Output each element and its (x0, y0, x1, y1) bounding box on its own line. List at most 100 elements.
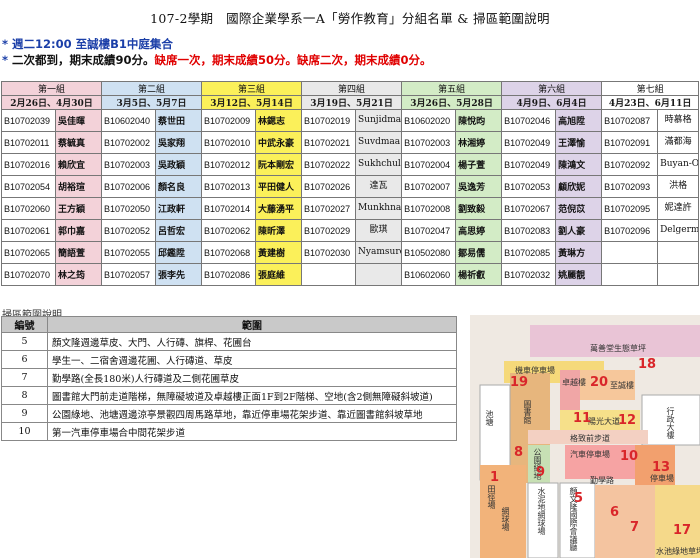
student-id-cell: B10702057 (101, 263, 157, 286)
student-name-cell: 楊祈叡 (455, 263, 503, 286)
student-id-cell: B10702013 (201, 175, 257, 198)
student-id-cell: B10702093 (601, 175, 659, 198)
campus-map: 萬善堂生態草坪 機車停車場 卓越樓 至誠樓 圖書館 陽光大道 行政大樓 格致前步… (470, 315, 700, 558)
area-scope-cell: 公園綠地、池塘週邊涼亭景觀四周馬路草地，靠近停車場花架步道、靠近圖書館斜坡草地 (47, 404, 457, 423)
table-row: B10702065 簡語萱 B10702055 邱鑑陞 B10702068 黃建樹 B107… (1, 241, 700, 264)
student-id-cell: B10702052 (101, 219, 157, 242)
areas-header-number: 編號 (1, 316, 48, 333)
map-label: 汽車停車場 (570, 450, 610, 459)
student-id-cell: B10702085 (501, 241, 557, 264)
student-name-cell: 時慕格 (657, 109, 700, 132)
map-label: 圖書館 (523, 400, 532, 424)
map-area-first-parking (595, 485, 655, 558)
student-id-cell: B10602020 (401, 109, 457, 132)
map-label: 勤學路 (590, 476, 614, 485)
student-name-cell: Nyamsuren Amarsaikhan (355, 241, 403, 264)
map-number: 11 (573, 411, 592, 426)
student-id-cell: B10702004 (401, 153, 457, 176)
student-id-cell: B10702011 (1, 131, 56, 154)
area-scope-cell: 勤學路(全長180米)人行磚道及二側花圃草皮 (47, 368, 457, 387)
student-id-cell: B10702096 (601, 219, 659, 242)
student-name-cell (657, 241, 700, 264)
student-name-cell (657, 263, 700, 286)
student-name-cell: 高旭陞 (555, 109, 603, 132)
table-row: B10702054 胡裕瑄 B10702006 顏名良 B10702013 平田健人 B10… (1, 175, 700, 198)
student-name-cell: 劉人豪 (555, 219, 603, 242)
student-id-cell: B10702026 (301, 175, 357, 198)
grading-note-text: 二次都到，期末成績90分。 (12, 53, 155, 67)
student-name-cell: 吳逸芳 (455, 175, 503, 198)
group-date-cell: 4月9日、6月4日 (501, 95, 603, 110)
student-name-cell: 顧欣妮 (555, 175, 603, 198)
table-row: B10702061 郭巾嘉 B10702052 呂哲宏 B10702062 陳昕澤 B107… (1, 219, 700, 242)
absence-penalty-text: 缺席一次，期末成績50分。缺席二次，期末成績0分。 (154, 53, 432, 67)
student-id-cell: B10702049 (501, 153, 557, 176)
group-date-cell: 3月12日、5月14日 (201, 95, 303, 110)
map-number: 7 (630, 520, 640, 535)
student-id-cell: B10702014 (201, 197, 257, 220)
group-name-cell: 第二組 (101, 81, 203, 96)
table-row: B10702016 賴欣宜 B10702003 吳政穎 B10702012 阮本剛宏 B10… (1, 153, 700, 176)
map-label: 水泥地網球場 (537, 487, 546, 535)
student-id-cell: B10702009 (201, 109, 257, 132)
student-name-cell: Buyan-Orshikh Oyunchimeg (657, 153, 700, 176)
student-id-cell: B10702047 (401, 219, 457, 242)
student-name-cell: 顏名良 (155, 175, 203, 198)
student-id-cell: B10702022 (301, 153, 357, 176)
area-number-cell: 6 (1, 350, 48, 369)
student-name-cell: 陳鴻文 (555, 153, 603, 176)
group-name-cell: 第七組 (601, 81, 700, 96)
table-row: B10702011 蔡毓真 B10702002 吳家翔 B10702010 中武永豪 B10… (1, 131, 700, 154)
student-id-cell: B10702010 (201, 131, 257, 154)
student-id-cell: B10702049 (501, 131, 557, 154)
student-name-cell: 邱鑑陞 (155, 241, 203, 264)
student-name-cell: 黃建樹 (255, 241, 303, 264)
table-row: 7 勤學路(全長180米)人行磚道及二側花圃草皮 (1, 368, 457, 387)
table-row: 8 圖書館大門前走道階梯，無障礙坡道及卓越樓正面1F到2F階梯、空地(含2側無障礙… (1, 386, 457, 405)
map-number: 10 (620, 449, 639, 464)
map-area-zhuoyue (560, 370, 580, 410)
student-name-cell: 吳佳暉 (54, 109, 103, 132)
student-id-cell: B10702091 (601, 131, 659, 154)
student-id-cell: B10602060 (401, 263, 457, 286)
map-label: 至誠樓 (610, 381, 634, 390)
group-name-cell: 第四組 (301, 81, 403, 96)
page-title: 107-2學期 國際企業學系一A「勞作教育」分組名單 & 掃區範圍說明 (150, 11, 550, 26)
bullet-star: * (2, 53, 9, 67)
student-name-cell: 胡裕瑄 (54, 175, 103, 198)
assembly-note: * 週二12:00 至誠樓B1中庭集合 (2, 36, 173, 52)
student-id-cell (601, 263, 659, 286)
student-id-cell: B10702061 (1, 219, 56, 242)
student-name-cell: 大藤湧平 (255, 197, 303, 220)
grading-note: * 二次都到，期末成績90分。缺席一次，期末成績50分。缺席二次，期末成績0分。 (2, 52, 432, 68)
student-name-cell: Suvdmaa Chuluunbaatar (355, 131, 403, 154)
student-name-cell: 達瓦 (355, 175, 403, 198)
area-scope-cell: 學生一、二宿舍週邊花圃、人行磚道、草皮 (47, 350, 457, 369)
table-row: 5 顏文隆週邊草皮、大門、人行磚、旗桿、花圃台 (1, 332, 457, 351)
map-label: 網球場 (501, 507, 510, 531)
student-name-cell: 陳悅昀 (455, 109, 503, 132)
table-row: B10702039 吳佳暉 B10602040 蔡世田 B10702009 林鍶志 B107… (1, 109, 700, 132)
group-name-row: 第一組 第二組 第三組 第四組 第五組 第六組 第七組 (0, 81, 700, 96)
student-name-cell: 妮達許 (657, 197, 700, 220)
student-id-cell: B10702070 (1, 263, 56, 286)
cleaning-areas-table: 編號 範圍 5 顏文隆週邊草皮、大門、人行磚、旗桿、花圃台 6 學生一、二宿舍週邊花圃… (1, 316, 457, 441)
student-id-cell: B10702060 (1, 197, 56, 220)
student-id-cell: B10702027 (301, 197, 357, 220)
group-name-cell: 第六組 (501, 81, 603, 96)
student-name-cell: 郭巾嘉 (54, 219, 103, 242)
cleaning-areas-body: 5 顏文隆週邊草皮、大門、人行磚、旗桿、花圃台 6 學生一、二宿舍週邊花圃、人行磚道、… (1, 332, 457, 441)
group-date-cell: 3月19日、5月21日 (301, 95, 403, 110)
student-name-cell: 滿都海 (657, 131, 700, 154)
student-name-cell: 呂哲宏 (155, 219, 203, 242)
student-id-cell: B10502080 (401, 241, 457, 264)
table-row: 9 公園綠地、池塘週邊涼亭景觀四周馬路草地，靠近停車場花架步道、靠近圖書館斜坡草地 (1, 404, 457, 423)
student-name-cell: 張庭維 (255, 263, 303, 286)
student-name-cell: 江政軒 (155, 197, 203, 220)
group-date-cell: 3月5日、5月7日 (101, 95, 203, 110)
group-name-cell: 第五組 (401, 81, 503, 96)
area-scope-cell: 第一汽車停車場合中間花架步道 (47, 422, 457, 441)
table-row: 10 第一汽車停車場合中間花架步道 (1, 422, 457, 441)
student-name-cell: 林湘婷 (455, 131, 503, 154)
area-scope-cell: 顏文隆週邊草皮、大門、人行磚、旗桿、花圃台 (47, 332, 457, 351)
